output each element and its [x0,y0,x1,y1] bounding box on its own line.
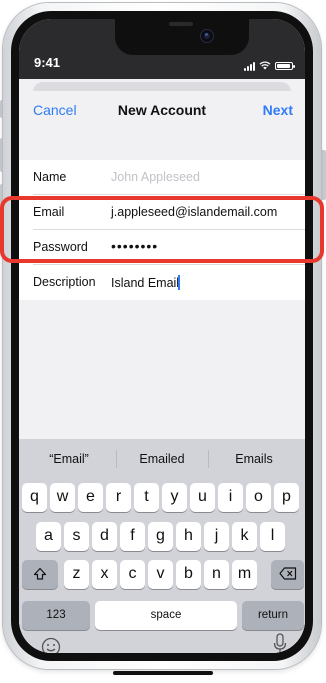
key-g[interactable]: g [148,522,173,551]
key-t[interactable]: t [134,483,159,512]
description-text: Island Email [111,276,180,290]
status-time: 9:41 [34,55,61,70]
key-d[interactable]: d [92,522,117,551]
key-y[interactable]: y [162,483,187,512]
key-o[interactable]: o [246,483,271,512]
delete-icon [271,567,304,580]
signal-icon [244,61,255,71]
keyboard: “Email” Emailed Emails qwertyuiop asdfgh… [19,439,305,653]
key-z[interactable]: z [64,560,89,589]
name-label: Name [33,170,67,184]
text-cursor [178,275,181,290]
new-account-sheet: Cancel New Account Next Name John Apples… [19,91,305,653]
key-s[interactable]: s [64,522,89,551]
suggestion-2[interactable]: Emailed [117,452,207,466]
key-u[interactable]: u [190,483,215,512]
shift-key[interactable] [22,560,58,589]
numbers-key[interactable]: 123 [22,601,90,630]
suggestion-1[interactable]: “Email” [24,452,114,466]
key-v[interactable]: v [148,560,173,589]
mic-icon[interactable] [273,633,287,653]
suggestion-bar: “Email” Emailed Emails [19,439,305,477]
suggestion-3[interactable]: Emails [209,452,299,466]
key-f[interactable]: f [120,522,145,551]
key-i[interactable]: i [218,483,243,512]
battery-icon [275,62,295,70]
nav-bar: Cancel New Account Next [19,91,305,131]
status-icons [244,57,295,75]
description-field[interactable]: Island Email [111,275,181,290]
key-q[interactable]: q [22,483,47,512]
name-row[interactable]: Name John Appleseed [19,160,305,195]
emoji-icon[interactable] [41,637,61,653]
power-button [321,150,326,200]
wifi-icon [259,57,271,75]
description-label: Description [33,275,96,289]
delete-key[interactable] [271,560,304,589]
front-camera [201,30,213,42]
key-h[interactable]: h [176,522,201,551]
key-x[interactable]: x [92,560,117,589]
key-c[interactable]: c [120,560,145,589]
highlight-box [0,196,324,263]
key-w[interactable]: w [50,483,75,512]
key-j[interactable]: j [204,522,229,551]
key-l[interactable]: l [260,522,285,551]
speaker-grille [169,22,193,26]
phone-screen: 9:41 Cancel New Account Next Name John A… [19,19,305,653]
key-m[interactable]: m [232,560,257,589]
key-a[interactable]: a [36,522,61,551]
key-k[interactable]: k [232,522,257,551]
description-row[interactable]: Description Island Email [19,265,305,300]
next-button[interactable]: Next [263,102,293,118]
key-r[interactable]: r [106,483,131,512]
name-field[interactable]: John Appleseed [111,170,200,184]
key-p[interactable]: p [274,483,299,512]
battery-level [277,64,290,68]
space-key[interactable]: space [95,601,237,630]
key-e[interactable]: e [78,483,103,512]
key-n[interactable]: n [204,560,229,589]
key-b[interactable]: b [176,560,201,589]
return-key[interactable]: return [242,601,304,630]
shift-icon [22,567,58,581]
home-indicator [113,671,213,675]
